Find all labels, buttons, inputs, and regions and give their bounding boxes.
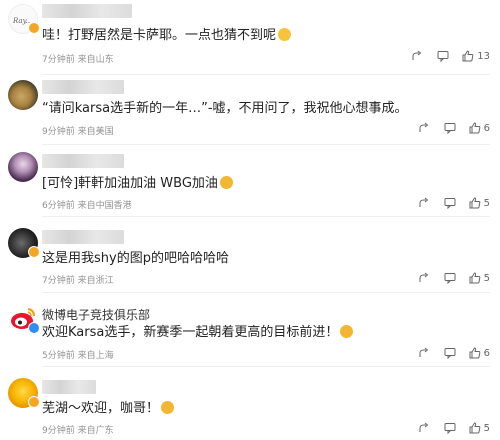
location: 来自美国 — [77, 127, 114, 137]
comment-icon[interactable] — [443, 346, 457, 360]
comment-meta: 9分钟前 来自美国 — [42, 124, 114, 137]
cheer-emoji — [219, 176, 233, 189]
timestamp: 7分钟前 — [42, 55, 75, 65]
username[interactable]: 微博电子竞技俱乐部 — [42, 306, 150, 323]
timestamp: 9分钟前 — [42, 426, 75, 436]
thumbs-up-icon — [469, 347, 480, 359]
comment-text-body: 欢迎Karsa选手，新赛季一起朝着更高的目标前进！ — [42, 325, 339, 340]
like-button[interactable]: 5 — [469, 422, 490, 434]
comment-item: “请问karsa选手新的一年…”-嘘，不用问了，我祝他心想事成。 9分钟前 来自… — [0, 74, 500, 144]
like-button[interactable]: 5 — [469, 197, 490, 209]
comment-meta: 6分钟前 来自中国香港 — [42, 198, 132, 211]
thumbs-up-icon — [469, 197, 480, 209]
comment-text-body: 芜湖～欢迎，咖哥！ — [42, 401, 160, 416]
comment-meta: 7分钟前 来自浙江 — [42, 273, 114, 286]
comment-actions: 5 — [417, 421, 490, 435]
verified-v-icon — [28, 396, 40, 408]
comment-actions: 5 — [417, 196, 490, 210]
heart-eyes-emoji — [278, 28, 292, 41]
like-count: 6 — [483, 122, 490, 134]
location: 来自上海 — [77, 351, 114, 361]
comment-meta: 9分钟前 来自广东 — [42, 423, 114, 436]
username-blurred[interactable] — [42, 154, 124, 168]
timestamp: 9分钟前 — [42, 127, 75, 137]
comment-icon[interactable] — [443, 121, 457, 135]
comment-text-body: 哇！打野居然是卡萨耶。一点也猜不到呢 — [42, 28, 277, 43]
avatar[interactable] — [8, 80, 38, 110]
thumbs-up-icon — [469, 122, 480, 134]
username-blurred[interactable] — [42, 380, 96, 394]
timestamp: 7分钟前 — [42, 276, 75, 286]
thumbs-up-icon — [462, 50, 474, 62]
timestamp: 6分钟前 — [42, 201, 75, 211]
share-icon[interactable] — [410, 49, 424, 63]
comment-icon[interactable] — [443, 421, 457, 435]
comment-actions: 6 — [417, 121, 490, 135]
cheer-emoji — [161, 401, 175, 414]
comment-item: [可怜]軒軒加油加油 WBG加油 6分钟前 来自中国香港 5 — [0, 144, 500, 216]
comment-icon[interactable] — [443, 271, 457, 285]
verified-v-icon — [28, 322, 40, 334]
comment-text: [可怜]軒軒加油加油 WBG加油 — [42, 176, 233, 192]
username-blurred[interactable] — [42, 4, 132, 18]
share-icon[interactable] — [417, 121, 431, 135]
like-button[interactable]: 5 — [469, 272, 490, 284]
comment-text: 这是用我shy的图p的吧哈哈哈哈 — [42, 251, 229, 266]
like-count: 6 — [483, 347, 490, 359]
comment-meta: 5分钟前 来自上海 — [42, 348, 114, 361]
comment-actions: 6 — [417, 346, 490, 360]
share-icon[interactable] — [417, 271, 431, 285]
comment-item: 这是用我shy的图p的吧哈哈哈哈 7分钟前 来自浙江 5 — [0, 216, 500, 292]
comment-text: “请问karsa选手新的一年…”-嘘，不用问了，我祝他心想事成。 — [42, 101, 408, 116]
like-count: 5 — [483, 197, 490, 209]
comment-icon[interactable] — [436, 49, 450, 63]
comment-text: 芜湖～欢迎，咖哥！ — [42, 401, 175, 417]
comment-text: 哇！打野居然是卡萨耶。一点也猜不到呢 — [42, 28, 292, 44]
comment-item: Ray.. 哇！打野居然是卡萨耶。一点也猜不到呢 7分钟前 来自山东 13 — [0, 0, 500, 74]
share-icon[interactable] — [417, 346, 431, 360]
thumbs-up-icon — [469, 272, 480, 284]
comment-actions: 13 — [410, 49, 490, 63]
like-button[interactable]: 13 — [462, 50, 490, 62]
comment-text: 欢迎Karsa选手，新赛季一起朝着更高的目标前进！ — [42, 325, 354, 341]
share-icon[interactable] — [417, 421, 431, 435]
like-count: 5 — [483, 422, 490, 434]
location: 来自广东 — [77, 426, 114, 436]
comment-icon[interactable] — [443, 196, 457, 210]
share-icon[interactable] — [417, 196, 431, 210]
username-blurred[interactable] — [42, 80, 124, 94]
like-count: 13 — [477, 50, 490, 62]
comment-item: 芜湖～欢迎，咖哥！ 9分钟前 来自广东 5 — [0, 366, 500, 440]
like-button[interactable]: 6 — [469, 347, 490, 359]
cheer-emoji — [340, 325, 354, 338]
like-count: 5 — [483, 272, 490, 284]
verified-v-icon — [28, 246, 40, 258]
comment-actions: 5 — [417, 271, 490, 285]
thumbs-up-icon — [469, 422, 480, 434]
comment-meta: 7分钟前 来自山东 — [42, 52, 114, 65]
location: 来自中国香港 — [77, 201, 132, 211]
timestamp: 5分钟前 — [42, 351, 75, 361]
location: 来自山东 — [77, 55, 114, 65]
comment-text-body: [可怜]軒軒加油加油 WBG加油 — [42, 176, 218, 191]
avatar[interactable] — [8, 152, 38, 182]
like-button[interactable]: 6 — [469, 122, 490, 134]
location: 来自浙江 — [77, 276, 114, 286]
svg-text:Ray..: Ray.. — [12, 17, 30, 25]
verified-v-icon — [28, 22, 40, 34]
comment-item: 微博电子竞技俱乐部 欢迎Karsa选手，新赛季一起朝着更高的目标前进！ 5分钟前… — [0, 292, 500, 366]
username-blurred[interactable] — [42, 230, 124, 244]
